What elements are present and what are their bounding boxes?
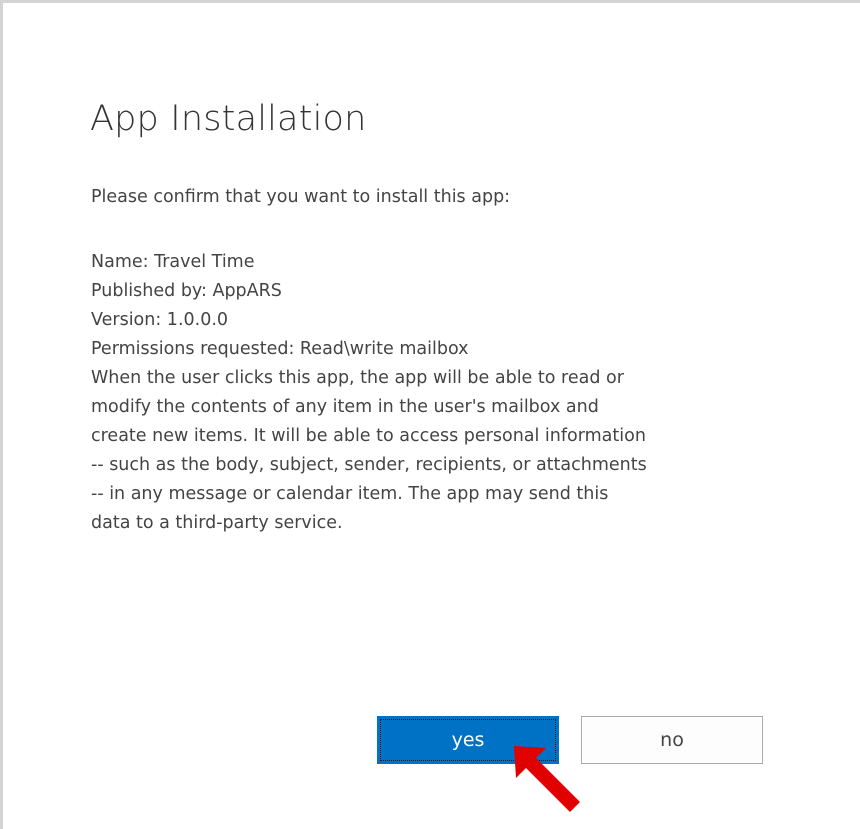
red-arrow-icon — [514, 746, 580, 812]
version-line: Version: 1.0.0.0 — [91, 310, 229, 330]
permission-description-line: modify the contents of any item in the u… — [91, 397, 599, 417]
no-button[interactable]: no — [581, 716, 763, 764]
publisher-line: Published by: AppARS — [91, 281, 282, 301]
app-name-line: Name: Travel Time — [91, 252, 255, 272]
permission-description-line: When the user clicks this app, the app w… — [91, 368, 624, 388]
permission-description-line: create new items. It will be able to acc… — [91, 426, 646, 446]
permission-description-line: data to a third-party service. — [91, 513, 343, 533]
confirm-text: Please confirm that you want to install … — [91, 187, 511, 207]
app-installation-dialog: App Installation Please confirm that you… — [3, 3, 860, 829]
permission-description-line: -- in any message or calendar item. The … — [91, 484, 609, 504]
dialog-frame: App Installation Please confirm that you… — [0, 0, 860, 829]
dialog-title: App Installation — [90, 99, 367, 139]
permission-description-line: -- such as the body, subject, sender, re… — [91, 455, 647, 475]
permissions-line: Permissions requested: Read\write mailbo… — [91, 339, 469, 359]
app-details: Name: Travel Time Published by: AppARS V… — [91, 248, 781, 538]
